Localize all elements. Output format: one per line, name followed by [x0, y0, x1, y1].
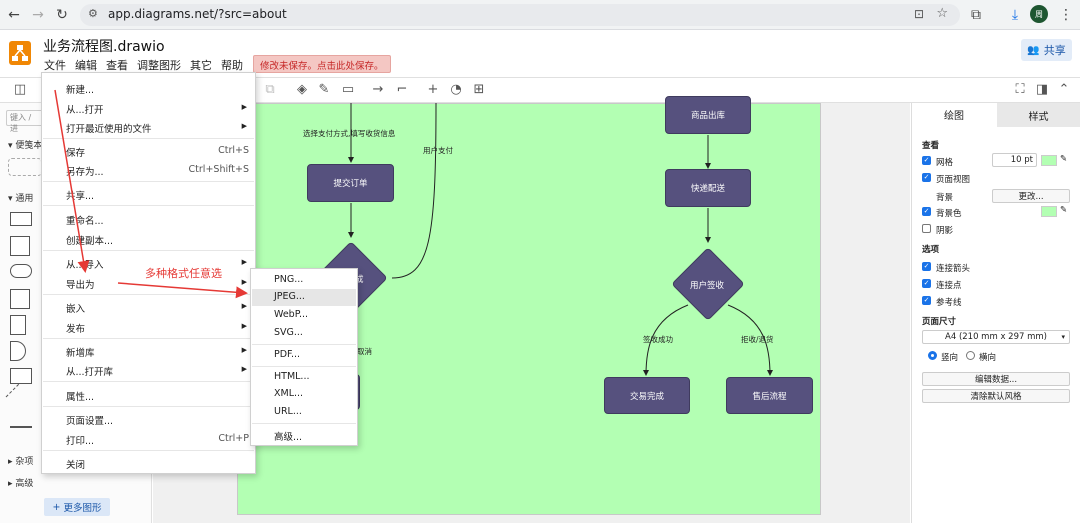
annotation-arrows	[54, 89, 248, 299]
annotation-note: 多种格式任意选	[145, 267, 222, 280]
